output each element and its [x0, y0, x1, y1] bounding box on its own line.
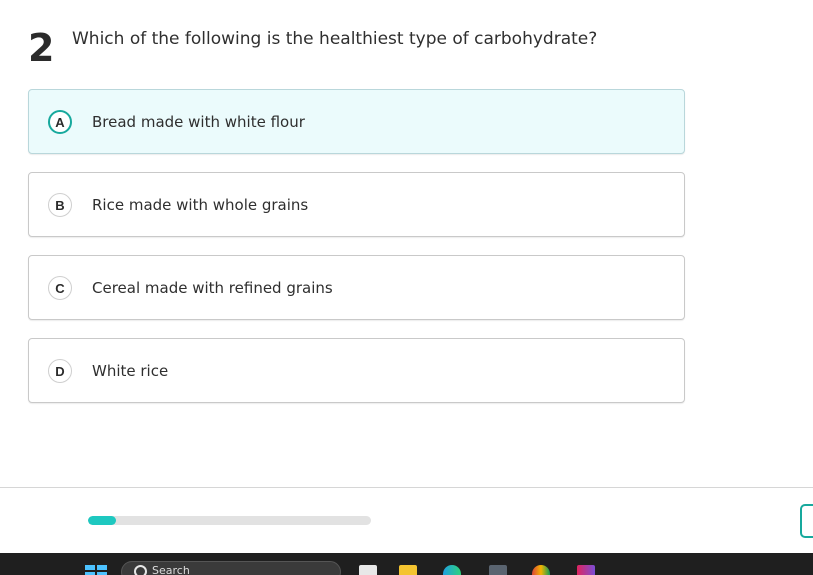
- progress-bar: [88, 516, 371, 525]
- edge-browser-icon[interactable]: [443, 565, 461, 575]
- paint-icon[interactable]: [577, 565, 595, 575]
- taskbar-search-label: Search: [152, 564, 190, 575]
- option-c[interactable]: C Cereal made with refined grains: [28, 255, 685, 320]
- option-letter-badge: D: [48, 359, 72, 383]
- option-label: White rice: [92, 362, 169, 380]
- search-icon: [134, 565, 147, 575]
- progress-bar-fill: [88, 516, 117, 525]
- taskbar-search-input[interactable]: Search: [121, 561, 341, 575]
- quiz-page: 2 Which of the following is the healthie…: [0, 0, 813, 575]
- option-label: Bread made with white flour: [92, 113, 305, 131]
- chrome-icon[interactable]: [532, 565, 550, 575]
- windows-taskbar: Search: [0, 553, 813, 575]
- footer-divider: [0, 487, 813, 488]
- option-letter-badge: B: [48, 193, 72, 217]
- question-text: Which of the following is the healthiest…: [72, 29, 598, 49]
- answer-options: A Bread made with white flour B Rice mad…: [28, 89, 685, 421]
- question-number: 2: [28, 26, 55, 70]
- option-letter-badge: A: [48, 110, 72, 134]
- option-a[interactable]: A Bread made with white flour: [28, 89, 685, 154]
- calculator-icon[interactable]: [489, 565, 507, 575]
- file-explorer-icon[interactable]: [399, 565, 417, 575]
- option-b[interactable]: B Rice made with whole grains: [28, 172, 685, 237]
- windows-start-icon[interactable]: [85, 565, 107, 575]
- option-d[interactable]: D White rice: [28, 338, 685, 403]
- option-letter-badge: C: [48, 276, 72, 300]
- file-icon[interactable]: [359, 565, 377, 575]
- option-label: Rice made with whole grains: [92, 196, 309, 214]
- option-label: Cereal made with refined grains: [92, 279, 333, 297]
- next-button[interactable]: [800, 504, 813, 538]
